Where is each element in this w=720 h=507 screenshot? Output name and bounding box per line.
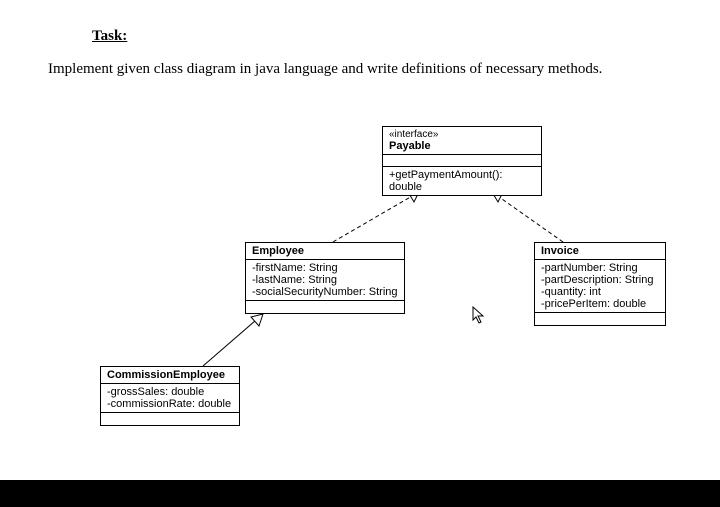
footer-bar [0, 480, 720, 507]
page: Task: Implement given class diagram in j… [0, 0, 720, 480]
task-instruction: Implement given class diagram in java la… [48, 55, 680, 84]
task-heading: Task: [92, 28, 686, 45]
